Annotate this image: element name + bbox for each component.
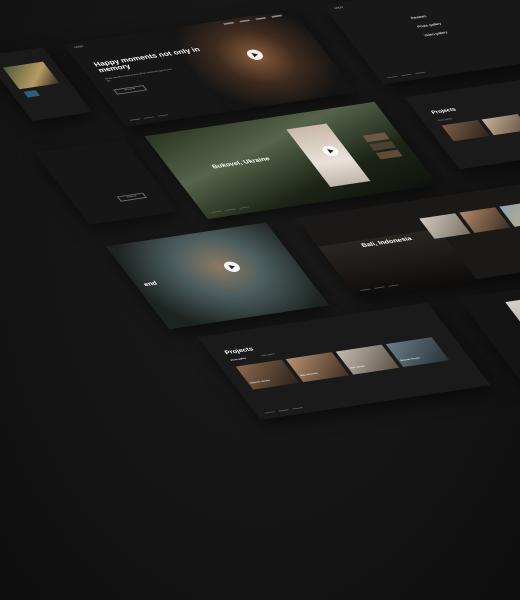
screens-grid: LOGO Happy moments not only in memory Re…: [0, 0, 520, 456]
footer-link[interactable]: [211, 210, 223, 213]
nav-link[interactable]: [255, 17, 267, 20]
top-nav: LOGO: [333, 0, 500, 11]
footer-link[interactable]: [360, 288, 371, 291]
footer-link[interactable]: [415, 71, 426, 75]
menu-item-photo-gallery[interactable]: Photo gallery: [416, 21, 442, 28]
mockup-stage: LOGO Happy moments not only in memory Re…: [0, 0, 520, 600]
screen-menu: LOGO Reviews Photo gallery Video gallery: [323, 0, 520, 85]
tab-video-gallery[interactable]: Video gallery: [260, 353, 275, 357]
logo: LOGO: [73, 44, 85, 49]
footer-link[interactable]: [387, 75, 398, 79]
footer-link[interactable]: [143, 116, 155, 119]
footer-link[interactable]: [264, 411, 276, 414]
footer-links: [264, 381, 480, 415]
projects-title: Projects: [223, 346, 256, 356]
tab-photo-gallery[interactable]: Photo gallery: [230, 357, 247, 361]
footer-link[interactable]: [401, 73, 412, 77]
screen-hero-memory[interactable]: LOGO Happy moments not only in memory Re…: [63, 9, 357, 128]
screen-projects-big: Projects Photo gallery Video gallery Buk…: [197, 302, 491, 420]
get-inspired-button[interactable]: Get Inspired: [113, 85, 148, 95]
project-thumb[interactable]: [441, 120, 490, 142]
footer-link[interactable]: [157, 114, 169, 117]
footer-link[interactable]: [292, 407, 304, 410]
nav-link[interactable]: [239, 19, 251, 23]
beach-wedding-photo[interactable]: [505, 278, 520, 360]
projects-tab[interactable]: Photo gallery: [437, 118, 453, 122]
footer-link[interactable]: [129, 118, 141, 121]
projects-title: Projects: [430, 107, 458, 116]
footer-link[interactable]: [239, 206, 251, 209]
avatar-blue: [23, 90, 40, 98]
nav-link[interactable]: [271, 14, 283, 18]
logo: LOGO: [333, 5, 345, 10]
couple-hero-photo: [163, 9, 357, 113]
screen-friend[interactable]: end: [106, 222, 330, 330]
menu-item-video-gallery[interactable]: Video gallery: [423, 30, 449, 37]
footer-link[interactable]: [225, 208, 237, 211]
contact-us-button[interactable]: Contact us: [117, 192, 147, 202]
footer-link[interactable]: [278, 409, 290, 412]
screen-projects-small: Projects Photo gallery: [404, 70, 520, 170]
forest-photo: [2, 61, 60, 90]
smiling-bride-photo: [106, 222, 330, 330]
footer-links: [387, 53, 520, 80]
footer-link[interactable]: [374, 286, 385, 289]
screen-bukovel[interactable]: Bukovel, Ukraine: [144, 101, 438, 220]
footer-link[interactable]: [388, 284, 399, 287]
nav-link[interactable]: [223, 21, 235, 25]
menu-item-reviews[interactable]: Reviews: [410, 14, 428, 20]
